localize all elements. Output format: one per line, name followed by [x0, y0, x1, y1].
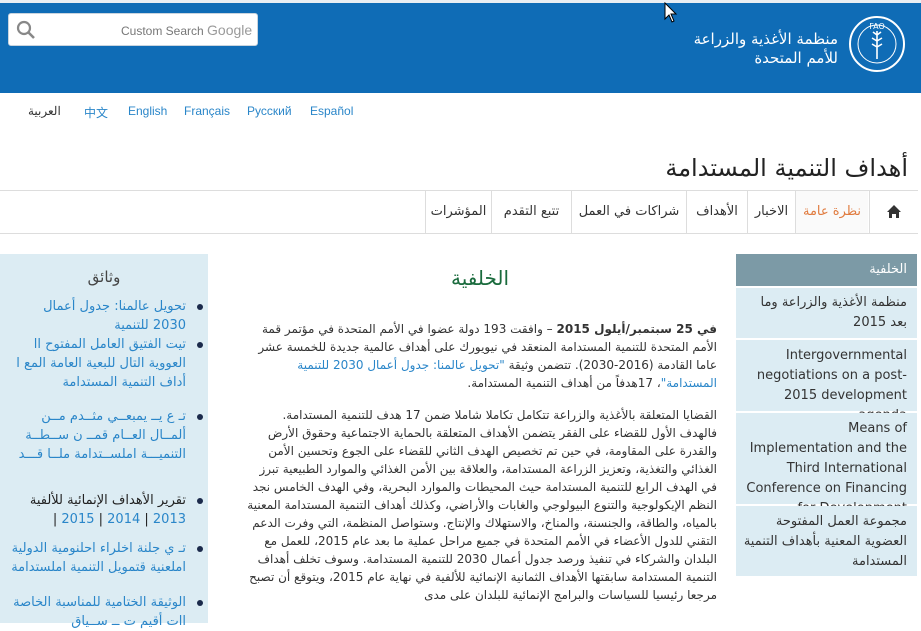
sidebar-item[interactable]: Intergovernmental negotiations on a post… [736, 340, 917, 423]
nav-goals[interactable]: الأهداف [686, 191, 747, 233]
bullet [197, 600, 203, 606]
doc-link[interactable]: تيت الفتيق العامل المفتوح اا العووية الت… [11, 335, 203, 392]
search-input[interactable]: Custom Search Google [121, 22, 252, 38]
bullet [197, 304, 203, 310]
documents-title: وثائق [87, 268, 121, 286]
page-title: أهداف التنمية المستدامة [665, 154, 908, 182]
body-paragraph: القضايا المتعلقة بالأغذية والزراعة تتكام… [247, 408, 717, 602]
lang-arabic[interactable]: العربية [28, 104, 61, 118]
nav-partnerships[interactable]: شراكات في العمل [571, 191, 686, 233]
google-brand: Google [207, 22, 253, 38]
bullet [197, 546, 203, 552]
nav-tracking[interactable]: تتبع التقدم [491, 191, 571, 233]
nav-home[interactable] [869, 191, 918, 233]
mdg-report: تقرير الأهداف الإنمائية للألفية | 2015 |… [11, 491, 203, 529]
intro-paragraph: في 25 سبتمبر/أيلول 2015 – وافقت 193 دولة… [258, 322, 717, 390]
doc-link[interactable]: الوثيقة الختامية للمناسبة الخاصة اات أقي… [11, 593, 203, 631]
lang-russian[interactable]: Русский [247, 104, 292, 118]
bullet [197, 414, 203, 420]
section-title: الخلفية [450, 266, 510, 290]
lang-chinese[interactable]: 中文 [84, 104, 108, 121]
doc-link[interactable]: تحويل عالمنا: جدول أعمال 2030 للتنمية [11, 297, 203, 335]
fao-logo[interactable]: FAO [848, 15, 906, 73]
lang-spanish[interactable]: Español [310, 104, 353, 118]
nav-news[interactable]: الاخبار [747, 191, 795, 233]
search-box[interactable]: Custom Search Google [8, 13, 258, 46]
header-top-line [0, 0, 921, 3]
org-name[interactable]: منظمة الأغذية والزراعة للأمم المتحدة [694, 30, 838, 68]
bullet [197, 342, 203, 348]
sidebar-item[interactable]: Means of Implementation and the Third In… [736, 413, 917, 516]
year-link-2014[interactable]: 2014 [107, 512, 140, 527]
year-link-2015[interactable]: 2015 [61, 512, 94, 527]
main-nav: نظرة عامة الاخبار الأهداف شراكات في العم… [0, 190, 918, 234]
home-icon[interactable] [886, 204, 902, 219]
bullet [197, 498, 203, 504]
logo-text: FAO [869, 22, 885, 31]
site-header: Custom Search Google منظمة الأغذية والزر… [0, 0, 921, 93]
nav-indicators[interactable]: المؤشرات [425, 191, 491, 233]
lang-french[interactable]: Français [184, 104, 230, 118]
doc-link[interactable]: تـ ع يــ يمبعــي مثــدم مــن ألمــال الع… [11, 407, 203, 464]
sidebar-head[interactable]: الخلفية [736, 254, 917, 286]
search-icon[interactable] [16, 20, 36, 40]
language-bar: العربية 中文 English Français Русский Espa… [0, 104, 921, 122]
year-link-2013[interactable]: 2013 [153, 512, 186, 527]
nav-overview[interactable]: نظرة عامة [795, 191, 868, 233]
doc-link[interactable]: تـ ي جلنة اخلراء احلنومية الدولية املعني… [11, 539, 203, 577]
sidebar-item[interactable]: منظمة الأغذية والزراعة وما بعد 2015 [736, 288, 917, 340]
lang-english[interactable]: English [128, 104, 167, 118]
documents-sidebar: وثائق تحويل عالمنا: جدول أعمال 2030 للتن… [0, 254, 208, 629]
mouse-cursor-icon [664, 2, 678, 23]
sidebar-item[interactable]: مجموعة العمل المفتوحة العضوية المعنية بأ… [736, 506, 917, 578]
